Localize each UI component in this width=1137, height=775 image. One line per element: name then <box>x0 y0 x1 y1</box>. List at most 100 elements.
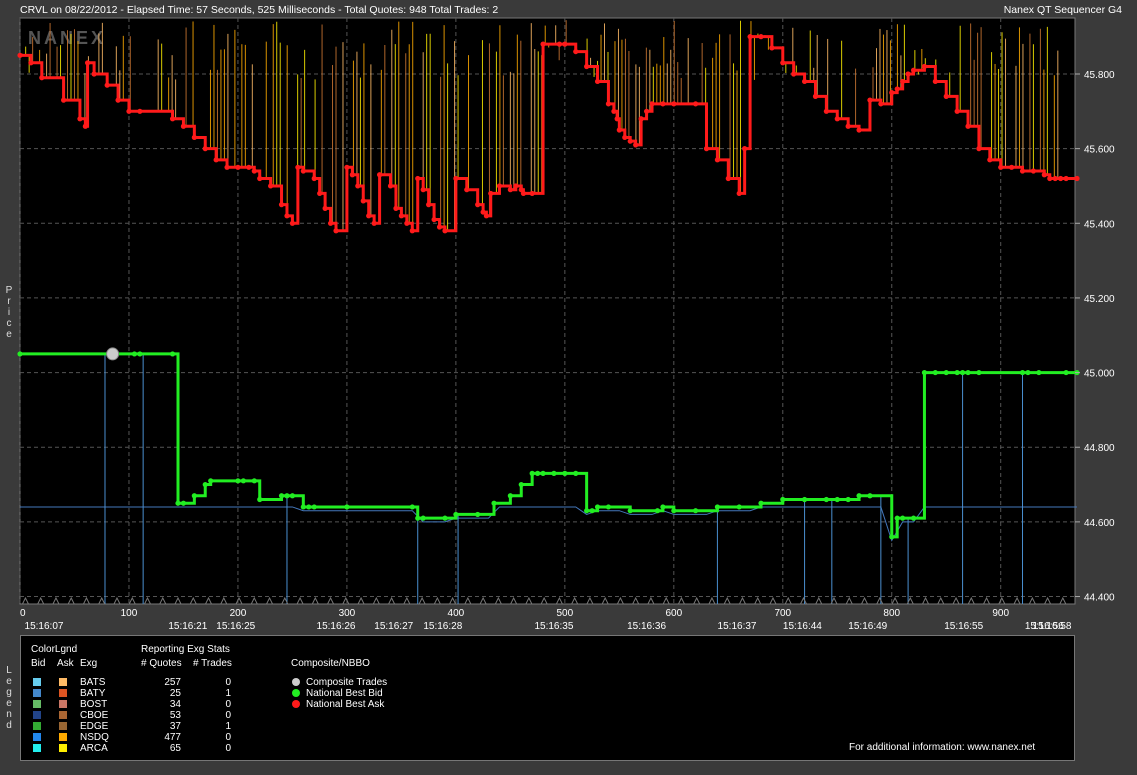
data-point <box>82 123 88 129</box>
data-point <box>344 504 350 510</box>
data-point <box>1041 172 1047 178</box>
data-point <box>520 190 527 197</box>
data-point <box>594 504 601 510</box>
data-point <box>496 183 503 189</box>
trades-count: 0 <box>225 677 231 688</box>
data-point <box>556 41 562 47</box>
composite-title: Composite/NBBO <box>291 658 370 669</box>
y-tick-label: 44.400 <box>1084 593 1115 604</box>
data-point <box>106 347 120 361</box>
footer-link[interactable]: For additional information: www.nanex.ne… <box>849 742 1035 753</box>
data-point <box>584 508 590 514</box>
data-point <box>104 82 110 88</box>
data-point <box>483 213 489 219</box>
trades-count: 0 <box>225 732 231 743</box>
data-point <box>257 175 263 182</box>
data-point <box>535 470 541 476</box>
data-point <box>317 190 323 197</box>
bid-col-header: Bid <box>31 658 46 669</box>
data-point <box>540 470 546 476</box>
data-point <box>355 183 361 189</box>
data-point <box>959 369 966 376</box>
data-point <box>627 138 633 144</box>
data-point <box>208 478 214 484</box>
data-point <box>889 90 895 96</box>
legend-panel: ColorLgnd Reporting Exg Stats Bid Ask Ex… <box>20 635 1075 761</box>
data-point <box>605 101 612 107</box>
data-point <box>1058 175 1064 182</box>
time-label: 15:16:37 <box>718 621 757 632</box>
exchange-name: BATS <box>80 677 106 688</box>
data-point <box>611 108 617 114</box>
data-point <box>126 108 132 114</box>
exchange-name: BATY <box>80 688 106 699</box>
plot-area <box>19 17 1076 605</box>
colorlgnd-title: ColorLgnd <box>31 644 78 655</box>
x-tick-label: 600 <box>665 608 682 619</box>
data-point <box>84 60 91 66</box>
data-point <box>894 86 900 92</box>
data-point <box>415 175 421 182</box>
data-point <box>191 134 197 141</box>
data-point <box>17 52 23 58</box>
data-point <box>1019 168 1026 174</box>
data-point <box>507 493 513 499</box>
exchange-name: CBOE <box>80 710 109 721</box>
data-point <box>39 75 45 81</box>
ask-swatch <box>59 722 67 730</box>
time-label: 15:16:58 <box>1033 621 1072 632</box>
data-point <box>300 168 306 174</box>
data-point <box>714 504 721 510</box>
data-point <box>540 41 546 47</box>
data-point <box>333 228 339 234</box>
time-label: 15:16:07 <box>25 621 64 632</box>
data-point <box>488 190 494 197</box>
watermark: NANEX <box>28 28 106 48</box>
data-point <box>246 164 252 170</box>
data-point <box>714 157 721 163</box>
data-point <box>235 164 241 170</box>
data-point <box>180 123 187 129</box>
trades-count: 0 <box>225 743 231 754</box>
data-point <box>894 515 900 521</box>
data-point <box>513 183 519 189</box>
x-tick-label: 0 <box>20 608 26 619</box>
ask-swatch <box>59 700 67 708</box>
x-tick-label: 500 <box>557 608 574 619</box>
data-point <box>442 228 448 234</box>
quotes-count: 25 <box>169 688 181 699</box>
data-point <box>426 202 432 208</box>
data-point <box>573 470 579 476</box>
data-point <box>257 496 263 503</box>
data-point <box>780 60 786 66</box>
data-point <box>453 511 459 518</box>
data-point <box>475 202 481 208</box>
data-point <box>954 108 960 114</box>
data-point <box>867 493 873 499</box>
data-point <box>1036 369 1042 376</box>
data-point <box>965 369 971 376</box>
time-label: 15:16:25 <box>216 621 255 632</box>
x-tick-label: 700 <box>774 608 791 619</box>
data-point <box>442 515 448 521</box>
data-point <box>409 228 415 234</box>
data-point <box>224 164 230 170</box>
data-point <box>278 202 285 208</box>
data-point <box>742 146 748 152</box>
y-tick-label: 45.600 <box>1084 145 1115 156</box>
data-point <box>169 351 176 357</box>
exchange-name: ARCA <box>80 743 108 754</box>
legend-side-label: Legend <box>6 665 12 731</box>
exchange-name: EDGE <box>80 721 109 732</box>
data-point <box>910 67 917 73</box>
x-tick-label: 800 <box>883 608 900 619</box>
data-point <box>616 127 622 133</box>
data-point <box>921 63 928 70</box>
data-point <box>660 504 666 510</box>
x-tick-label: 200 <box>230 608 247 619</box>
data-point <box>987 157 993 163</box>
data-point <box>169 116 176 122</box>
ask-swatch <box>59 733 67 741</box>
data-point <box>289 493 296 499</box>
composite-label: Composite Trades <box>306 677 388 688</box>
